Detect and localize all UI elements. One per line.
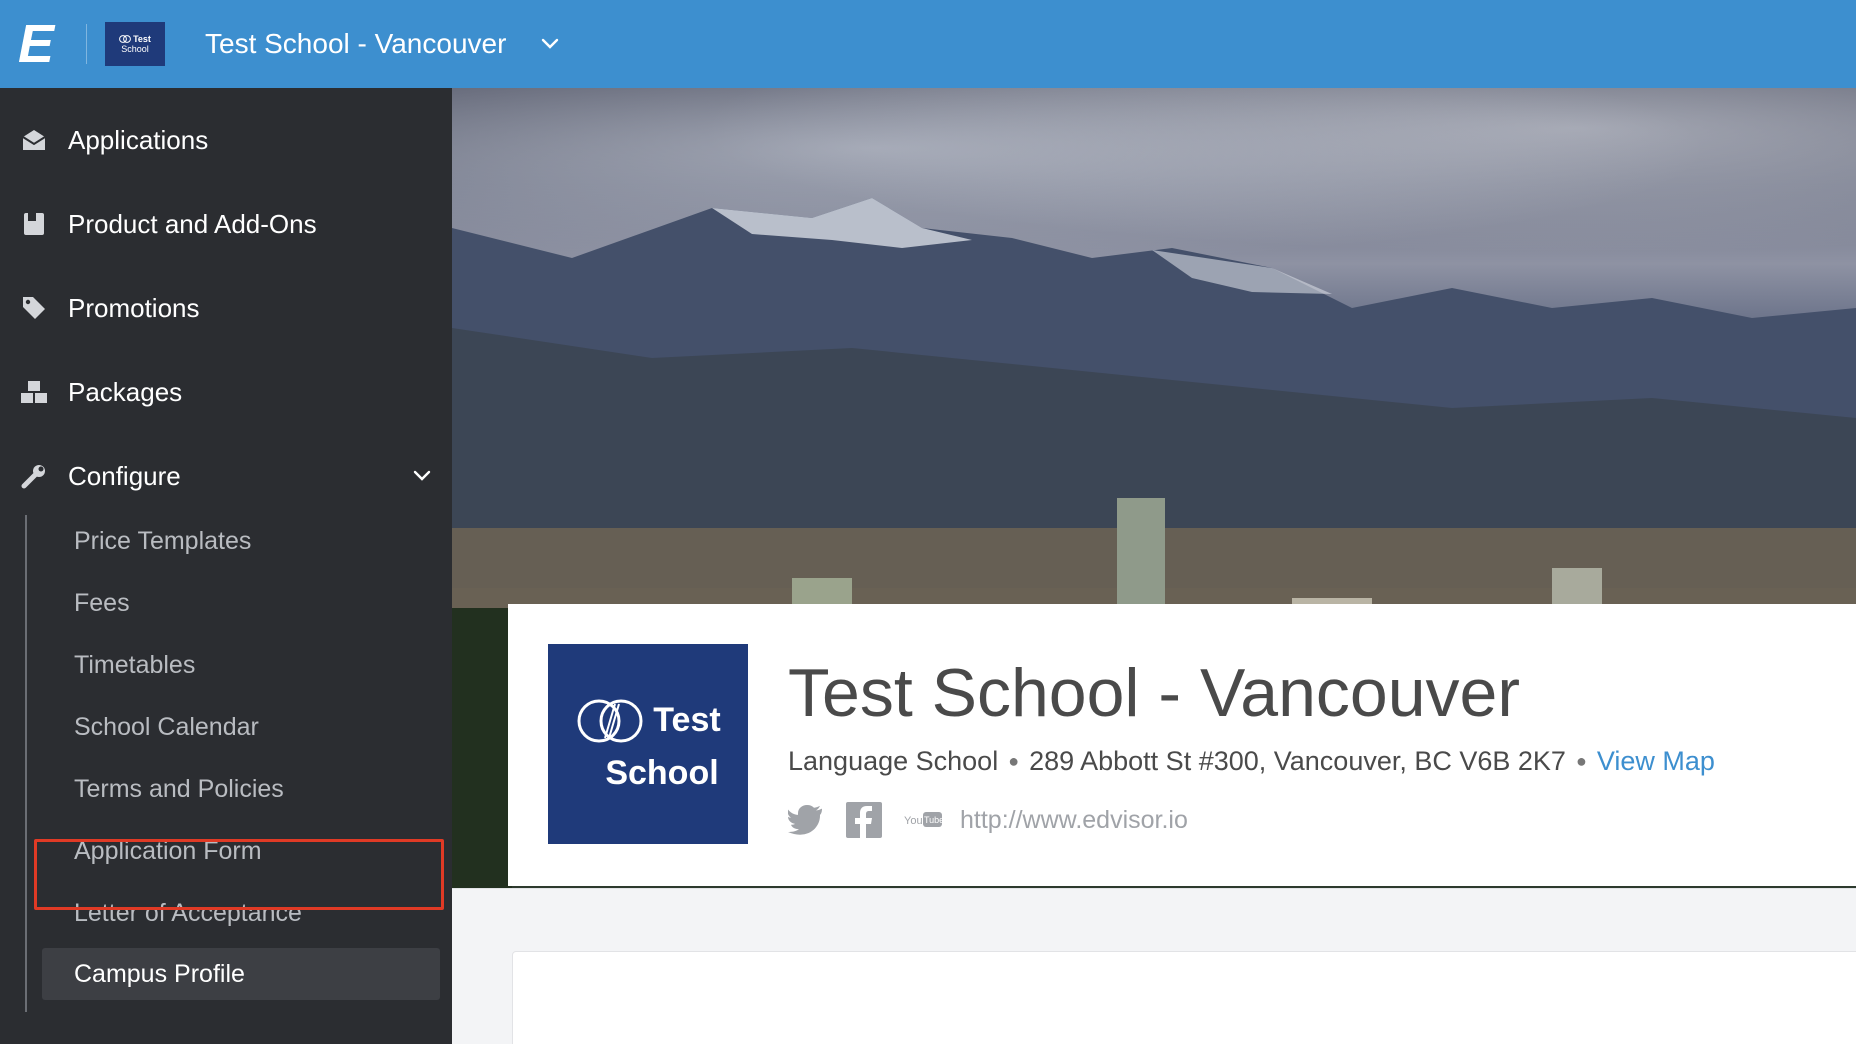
applications-icon (0, 128, 68, 152)
sidebar-item-promotions[interactable]: Promotions (0, 266, 452, 350)
highlight-annotation (34, 839, 444, 910)
submenu-line (25, 515, 27, 1012)
main-content: Test School Test School - Vancouver Lang… (452, 88, 1856, 1044)
wrench-icon (0, 463, 68, 489)
school-logo: Test School (548, 644, 748, 844)
cover-trees (452, 608, 512, 908)
school-switcher-label[interactable]: Test School - Vancouver (205, 28, 506, 60)
sidebar-item-label: Promotions (68, 292, 200, 323)
sidebar-item-label: Configure (68, 460, 181, 491)
chevron-down-icon[interactable] (536, 30, 564, 58)
school-address: 289 Abbott St #300, Vancouver, BC V6B 2K… (1029, 746, 1566, 776)
thumb-line1: Test (133, 34, 151, 44)
logo-line2: School (605, 753, 719, 792)
sidebar-item-label: Packages (68, 376, 183, 407)
top-bar: E Test School Test School - Vancouver (0, 0, 1856, 88)
facebook-icon[interactable] (846, 802, 882, 838)
sidebar-subitem-timetables[interactable]: Timetables (74, 639, 195, 691)
sidebar-item-label: Product and Add-Ons (68, 208, 317, 239)
lower-panel (452, 888, 1856, 1044)
page-title: Test School - Vancouver (788, 655, 1520, 731)
profile-meta: Language School ● 289 Abbott St #300, Va… (788, 746, 1715, 777)
social-links: You Tube http://www.edvisor.io (788, 800, 1188, 840)
sidebar-item-applications[interactable]: Applications (0, 98, 452, 182)
svg-text:Tube: Tube (924, 815, 942, 825)
sidebar-subitem-school-calendar[interactable]: School Calendar (74, 701, 259, 753)
sidebar-item-packages[interactable]: Packages (0, 350, 452, 434)
youtube-icon[interactable]: You Tube (904, 810, 942, 830)
website-link[interactable]: http://www.edvisor.io (960, 806, 1188, 835)
product-icon (0, 211, 68, 237)
sidebar-subitem-price-templates[interactable]: Price Templates (74, 515, 251, 567)
tag-icon (0, 295, 68, 321)
sidebar-subitem-campus-profile[interactable]: Campus Profile (74, 948, 245, 1000)
sidebar-item-configure[interactable]: Configure (0, 434, 452, 518)
profile-card: Test School Test School - Vancouver Lang… (508, 604, 1856, 886)
mini-rings-icon (119, 35, 131, 43)
sidebar-subitem-terms-and-policies[interactable]: Terms and Policies (74, 763, 284, 815)
svg-text:You: You (904, 815, 923, 827)
thumb-line2: School (121, 44, 149, 54)
content-card (512, 951, 1856, 1044)
brand-logo[interactable]: E (0, 0, 72, 88)
chevron-down-icon[interactable] (392, 470, 452, 482)
separator-dot: ● (1008, 751, 1020, 771)
packages-icon (0, 379, 68, 405)
sidebar: Applications Product and Add-Ons Promoti… (0, 88, 452, 1044)
rings-logo-icon (577, 699, 643, 742)
view-map-link[interactable]: View Map (1597, 746, 1715, 777)
twitter-icon[interactable] (788, 805, 824, 835)
sidebar-item-product[interactable]: Product and Add-Ons (0, 182, 452, 266)
topbar-divider (86, 24, 87, 64)
school-type: Language School (788, 746, 999, 776)
sidebar-subitem-fees[interactable]: Fees (74, 577, 130, 629)
logo-line1: Test (653, 701, 721, 739)
school-thumbnail: Test School (105, 22, 165, 66)
separator-dot: ● (1575, 751, 1587, 771)
sidebar-item-label: Applications (68, 124, 209, 155)
